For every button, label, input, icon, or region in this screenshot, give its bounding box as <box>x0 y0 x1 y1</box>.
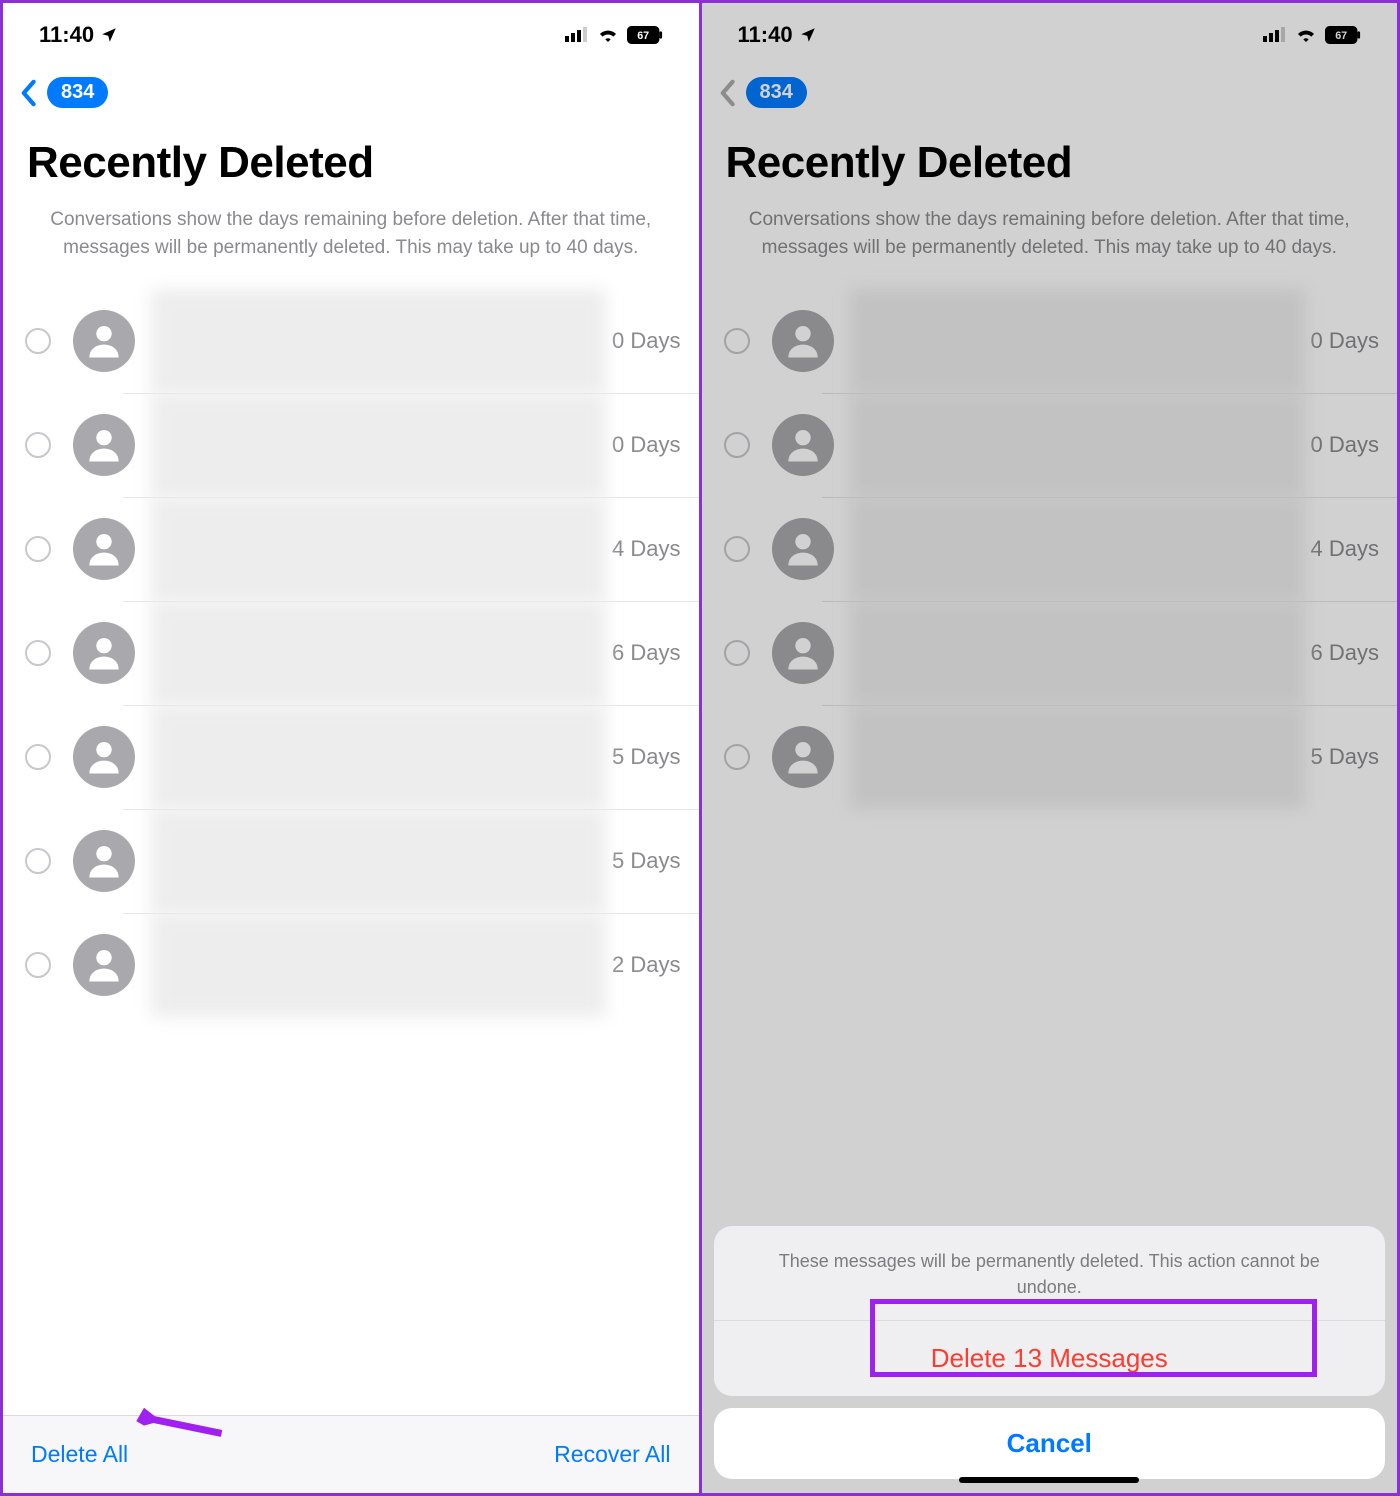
list-item[interactable]: 6 Days <box>3 601 699 705</box>
cellular-signal-icon <box>565 22 589 48</box>
select-radio[interactable] <box>25 744 51 770</box>
page-title: Recently Deleted <box>3 114 699 206</box>
location-arrow-icon <box>100 26 118 44</box>
list-item[interactable]: 0 Days <box>3 289 699 393</box>
action-sheet-message: These messages will be permanently delet… <box>714 1226 1386 1320</box>
days-remaining: 6 Days <box>606 640 680 666</box>
avatar-icon <box>73 726 135 788</box>
bottom-toolbar: Delete All Recover All <box>3 1415 699 1493</box>
back-chevron-icon[interactable] <box>19 79 37 107</box>
redacted-content <box>151 705 606 809</box>
list-item[interactable]: 5 Days <box>3 809 699 913</box>
avatar-icon <box>73 414 135 476</box>
redacted-content <box>151 289 606 393</box>
select-radio[interactable] <box>25 952 51 978</box>
delete-messages-button[interactable]: Delete 13 Messages <box>714 1320 1386 1396</box>
select-radio[interactable] <box>25 328 51 354</box>
select-radio[interactable] <box>25 848 51 874</box>
recover-all-button[interactable]: Recover All <box>554 1441 670 1468</box>
left-screenshot: 11:40 67 834 R <box>3 3 699 1493</box>
list-item[interactable]: 2 Days <box>3 913 699 1017</box>
select-radio[interactable] <box>25 432 51 458</box>
redacted-content <box>151 601 606 705</box>
redacted-content <box>151 393 606 497</box>
conversation-list[interactable]: 0 Days 0 Days 4 Days 6 Days 5 Days 5 Days 2 Da… <box>3 289 699 1415</box>
home-indicator[interactable] <box>959 1477 1139 1483</box>
wifi-icon <box>597 22 619 48</box>
list-item[interactable]: 0 Days <box>3 393 699 497</box>
days-remaining: 0 Days <box>606 432 680 458</box>
cancel-button[interactable]: Cancel <box>714 1408 1386 1479</box>
redacted-content <box>151 913 606 1017</box>
delete-all-button[interactable]: Delete All <box>31 1441 128 1468</box>
days-remaining: 0 Days <box>606 328 680 354</box>
svg-text:67: 67 <box>637 30 649 42</box>
redacted-content <box>151 497 606 601</box>
status-time: 11:40 <box>39 22 94 48</box>
select-radio[interactable] <box>25 640 51 666</box>
unread-badge[interactable]: 834 <box>47 77 108 108</box>
avatar-icon <box>73 518 135 580</box>
action-sheet: These messages will be permanently delet… <box>714 1226 1386 1479</box>
battery-icon: 67 <box>627 26 663 44</box>
avatar-icon <box>73 310 135 372</box>
select-radio[interactable] <box>25 536 51 562</box>
avatar-icon <box>73 622 135 684</box>
page-subtitle: Conversations show the days remaining be… <box>3 206 699 289</box>
days-remaining: 4 Days <box>606 536 680 562</box>
list-item[interactable]: 4 Days <box>3 497 699 601</box>
redacted-content <box>151 809 606 913</box>
days-remaining: 5 Days <box>606 848 680 874</box>
days-remaining: 2 Days <box>606 952 680 978</box>
right-screenshot: 11:40 67 834 R <box>699 3 1398 1493</box>
list-item[interactable]: 5 Days <box>3 705 699 809</box>
days-remaining: 5 Days <box>606 744 680 770</box>
nav-bar: 834 <box>3 67 699 114</box>
avatar-icon <box>73 934 135 996</box>
status-bar: 11:40 67 <box>3 3 699 67</box>
avatar-icon <box>73 830 135 892</box>
